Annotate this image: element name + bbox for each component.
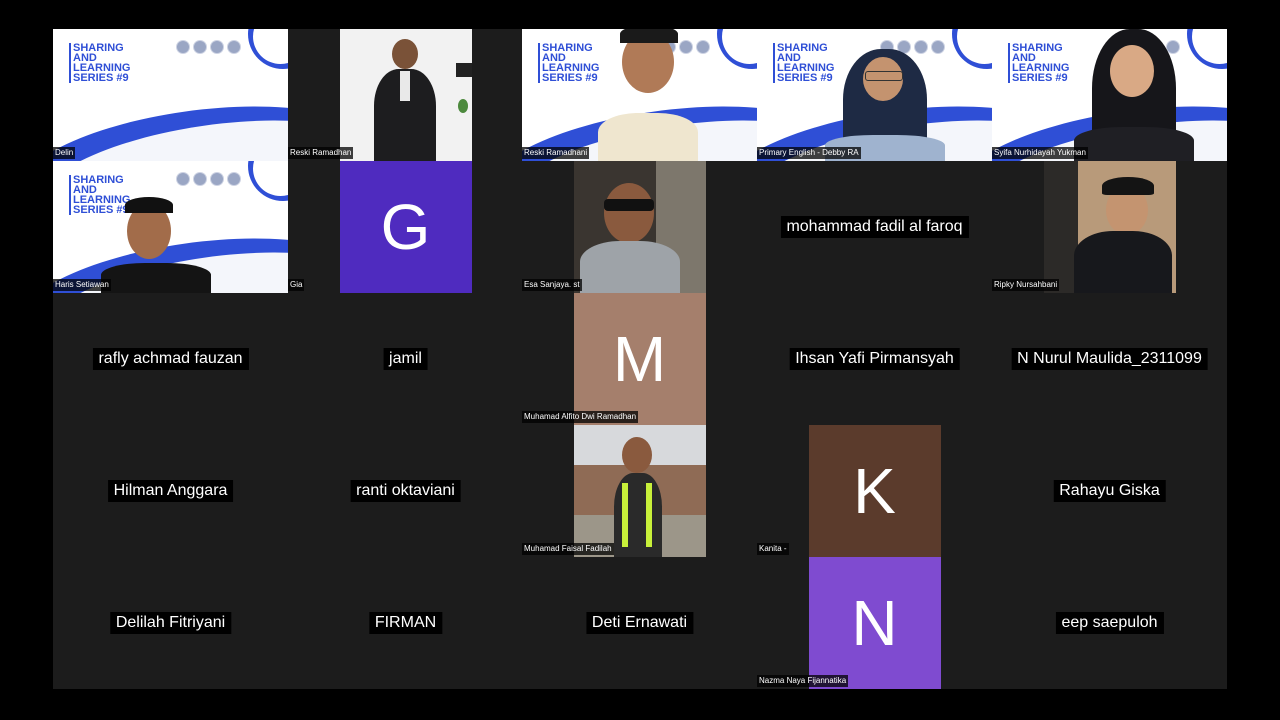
- participant-video: [573, 161, 706, 293]
- participant-name: Nazma Naya Fijannatika: [757, 675, 849, 687]
- participant-tile-hilman[interactable]: Hilman Anggara: [53, 425, 288, 557]
- participant-tile-jamil[interactable]: jamil: [288, 293, 523, 425]
- participant-tile-faisal[interactable]: Muhamad Faisal Fadilah: [522, 425, 757, 557]
- participant-tile-firman[interactable]: FIRMAN: [288, 557, 523, 689]
- participant-tile-eep[interactable]: eep saepuloh: [992, 557, 1227, 689]
- avatar: M: [573, 293, 706, 425]
- participant-tile-deti[interactable]: Deti Ernawati: [522, 557, 757, 689]
- participant-name: Muhamad Alfito Dwi Ramadhan: [522, 411, 639, 423]
- participant-name: mohammad fadil al faroq: [780, 216, 969, 238]
- participant-name: Ihsan Yafi Pirmansyah: [789, 348, 960, 370]
- participant-tile-delilah[interactable]: Delilah Fitriyani: [53, 557, 288, 689]
- avatar: G: [339, 161, 472, 293]
- presentation-slide: SHARING AND LEARNING SERIES #9: [53, 29, 288, 161]
- participant-name: Muhamad Faisal Fadilah: [522, 543, 614, 555]
- participant-tile-debby[interactable]: SHARING AND LEARNING SERIES #9 Primary E…: [757, 29, 992, 161]
- participant-video: [573, 425, 706, 557]
- participant-name: rafly achmad fauzan: [92, 348, 249, 370]
- participant-tile-fadil[interactable]: mohammad fadil al faroq: [757, 161, 992, 293]
- participant-name: Reski Ramadhan: [288, 147, 354, 159]
- participant-tile-alfito[interactable]: M Muhamad Alfito Dwi Ramadhan: [522, 293, 757, 425]
- participant-video: [339, 29, 472, 161]
- participant-tile-reski-ramadhan[interactable]: Reski Ramadhan: [288, 29, 523, 161]
- participant-tile-gia[interactable]: G Gia: [288, 161, 523, 293]
- participant-name: jamil: [383, 348, 428, 370]
- participant-name: Reski Ramadhani: [522, 147, 590, 159]
- participant-tile-rahayu[interactable]: Rahayu Giska: [992, 425, 1227, 557]
- avatar: K: [808, 425, 941, 557]
- participant-name: Esa Sanjaya. st: [522, 279, 582, 291]
- participant-name: FIRMAN: [368, 612, 443, 634]
- participant-tile-ranti[interactable]: ranti oktaviani: [288, 425, 523, 557]
- participant-tile-haris[interactable]: SHARING AND LEARNING SERIES #9 Haris Set…: [53, 161, 288, 293]
- participant-tile-reski-ramadhani[interactable]: SHARING AND LEARNING SERIES #9 Reski Ram…: [522, 29, 757, 161]
- participant-name: Syifa Nurhidayah Yukman: [992, 147, 1088, 159]
- participant-name: Deti Ernawati: [585, 612, 694, 634]
- participant-name: ranti oktaviani: [350, 480, 461, 502]
- participant-tile-delin[interactable]: SHARING AND LEARNING SERIES #9 Delin: [53, 29, 288, 161]
- video-grid: SHARING AND LEARNING SERIES #9 Delin Res…: [53, 29, 1227, 689]
- participant-name: Ripky Nursahbani: [992, 279, 1060, 291]
- avatar: N: [808, 557, 941, 689]
- participant-tile-rafly[interactable]: rafly achmad fauzan: [53, 293, 288, 425]
- participant-name: Rahayu Giska: [1053, 480, 1166, 502]
- participant-video: [1043, 161, 1176, 293]
- participant-name: Gia: [288, 279, 305, 291]
- participant-name: Kanita -: [757, 543, 789, 555]
- participant-name: Delilah Fitriyani: [109, 612, 232, 634]
- participant-tile-ihsan[interactable]: Ihsan Yafi Pirmansyah: [757, 293, 992, 425]
- participant-tile-esa[interactable]: Esa Sanjaya. st: [522, 161, 757, 293]
- sponsor-logos: [176, 40, 241, 54]
- participant-tile-nazma[interactable]: N Nazma Naya Fijannatika: [757, 557, 992, 689]
- participant-tile-syifa[interactable]: SHARING AND LEARNING SERIES #9 Syifa Nur…: [992, 29, 1227, 161]
- participant-name: eep saepuloh: [1055, 612, 1164, 634]
- participant-tile-kanita[interactable]: K Kanita -: [757, 425, 992, 557]
- participant-tile-ripky[interactable]: Ripky Nursahbani: [992, 161, 1227, 293]
- participant-name: Haris Setiawan: [53, 279, 111, 291]
- participant-tile-nurul[interactable]: N Nurul Maulida_2311099: [992, 293, 1227, 425]
- participant-name: Primary English - Debby RA: [757, 147, 861, 159]
- participant-name: N Nurul Maulida_2311099: [1011, 348, 1208, 370]
- participant-name: Hilman Anggara: [107, 480, 234, 502]
- slide-title: SHARING AND LEARNING SERIES #9: [69, 43, 130, 84]
- participant-name: Delin: [53, 147, 76, 159]
